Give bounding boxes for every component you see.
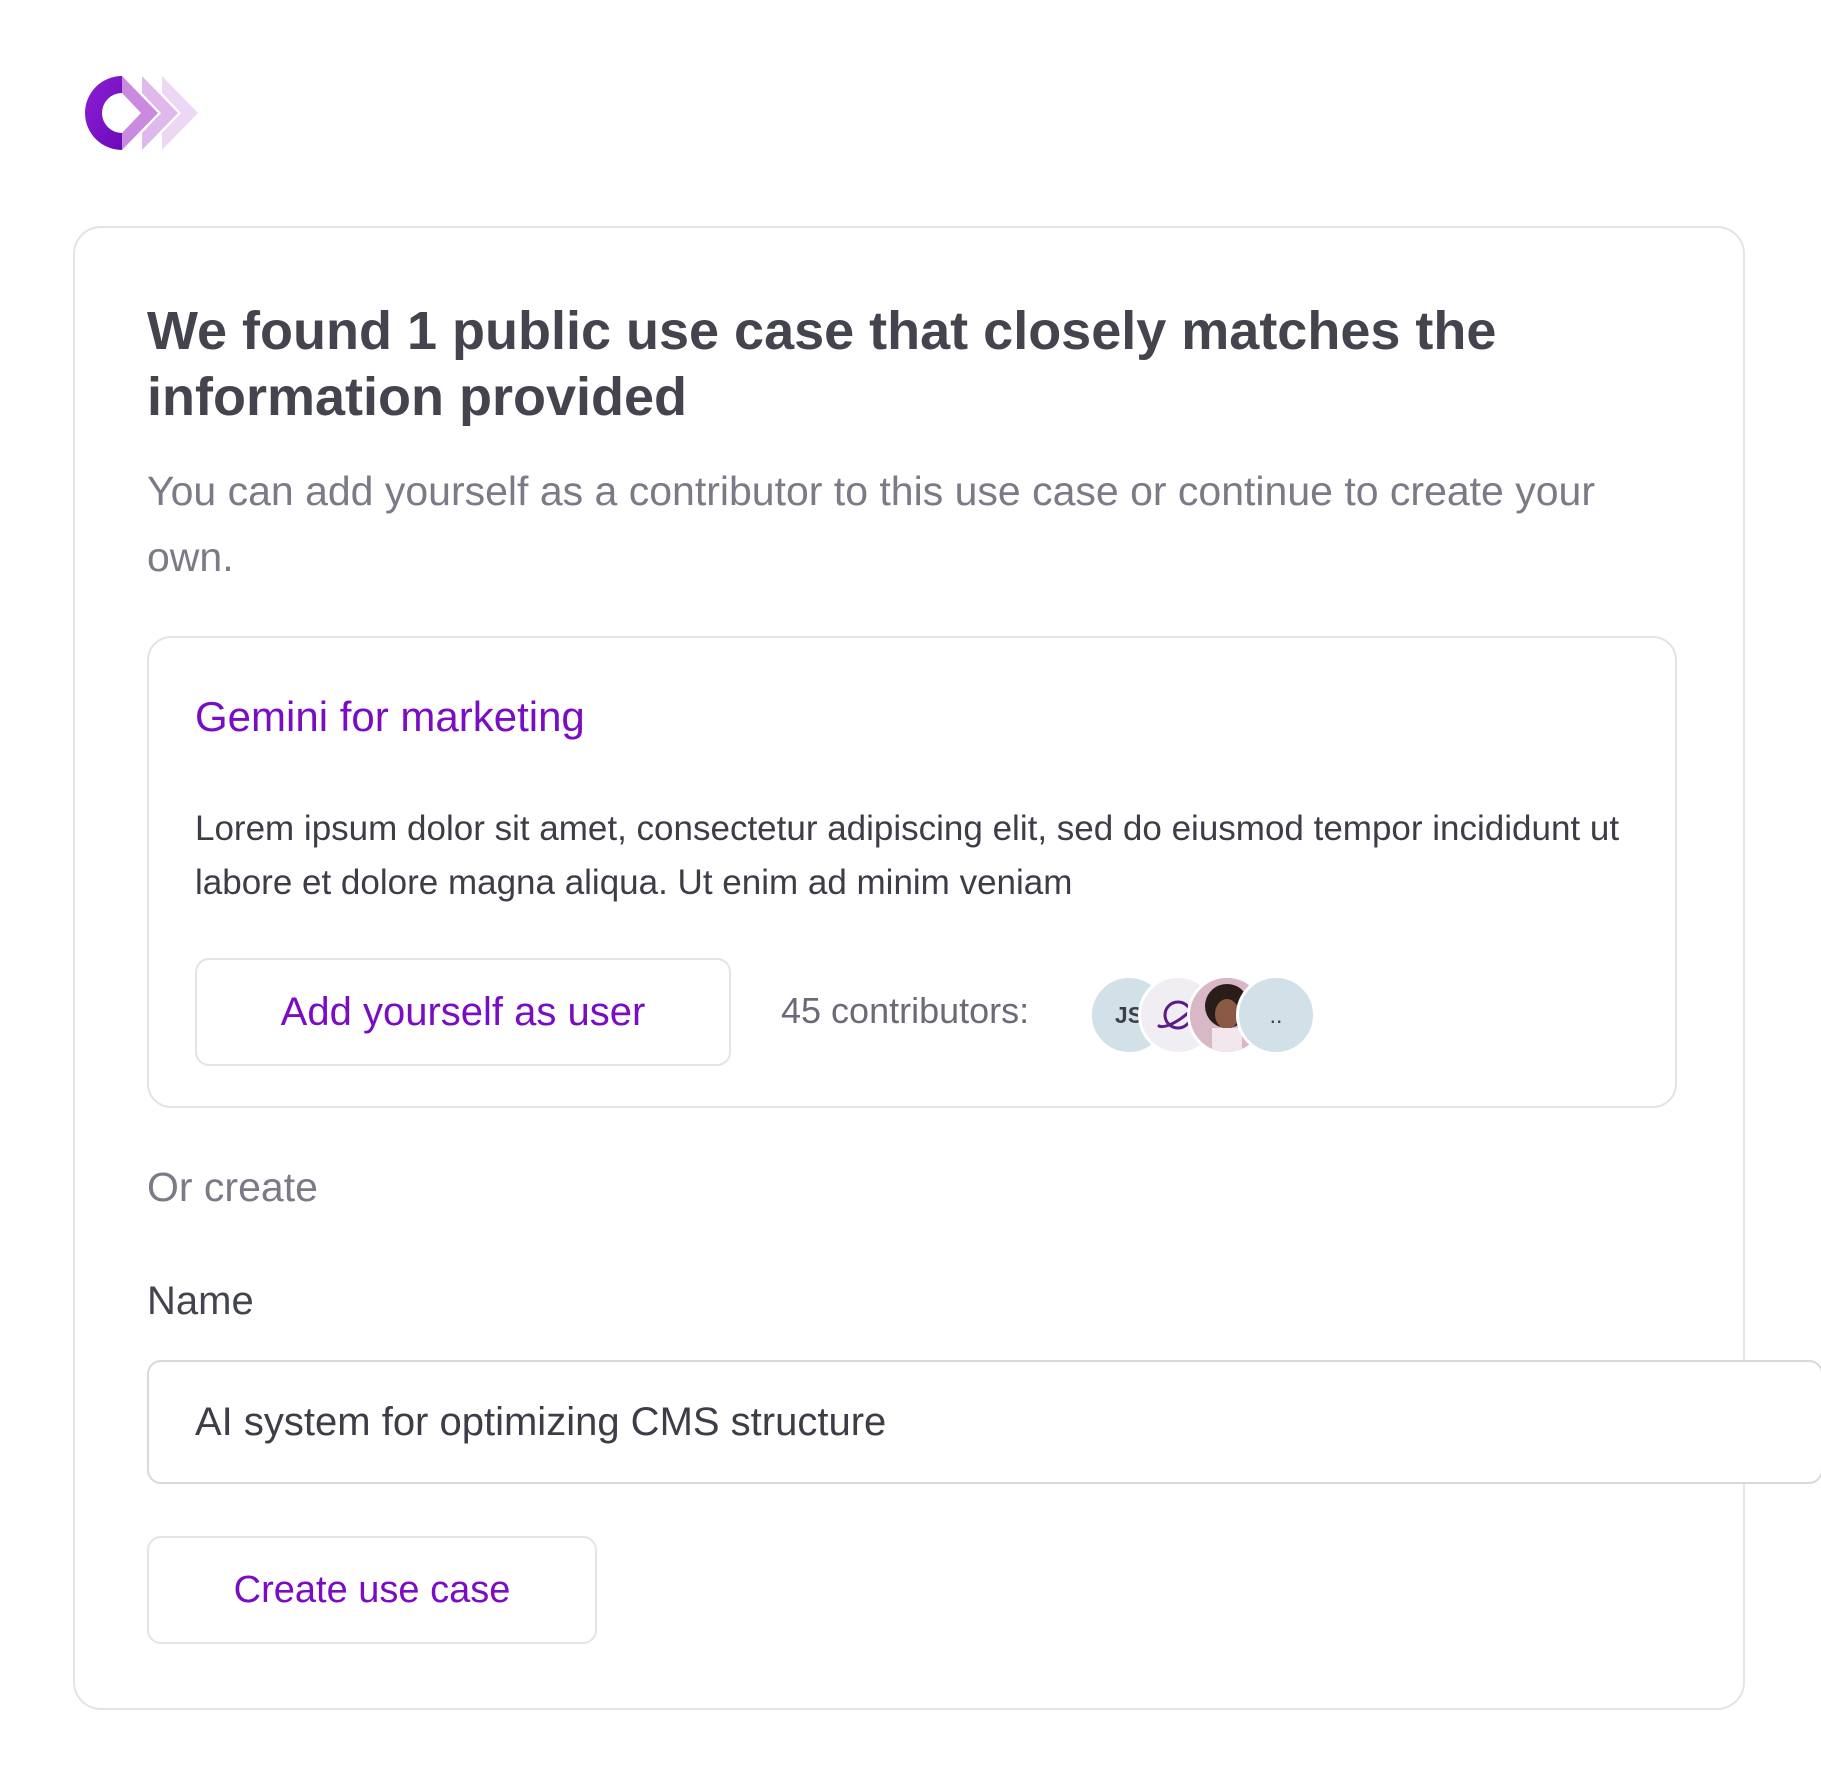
matched-use-case-title[interactable]: Gemini for marketing bbox=[195, 690, 585, 744]
name-input[interactable] bbox=[147, 1360, 1821, 1484]
avatar-more: .. bbox=[1236, 975, 1316, 1055]
page-title: We found 1 public use case that closely … bbox=[147, 301, 1497, 427]
matched-use-case-description: Lorem ipsum dolor sit amet, consectetur … bbox=[195, 809, 1620, 902]
page-subtitle: You can add yourself as a contributor to… bbox=[147, 468, 1596, 580]
contributors-count: 45 contributors: bbox=[781, 990, 1030, 1031]
use-case-card: We found 1 public use case that closely … bbox=[73, 226, 1821, 1710]
name-label: Name bbox=[147, 1279, 254, 1323]
matched-use-case-card: Gemini for marketing Lorem ipsum dolor s… bbox=[147, 636, 1677, 1108]
contributors-avatar-stack[interactable]: JS .. bbox=[1089, 975, 1329, 1055]
avatar-more-text: .. bbox=[1269, 1001, 1283, 1028]
or-create-label: Or create bbox=[147, 1164, 318, 1210]
create-use-case-button[interactable]: Create use case bbox=[147, 1536, 597, 1644]
brand-logo-icon[interactable] bbox=[70, 70, 220, 156]
logo-svg bbox=[85, 76, 198, 150]
page: We found 1 public use case that closely … bbox=[0, 0, 1821, 1785]
add-yourself-button[interactable]: Add yourself as user bbox=[195, 958, 731, 1066]
